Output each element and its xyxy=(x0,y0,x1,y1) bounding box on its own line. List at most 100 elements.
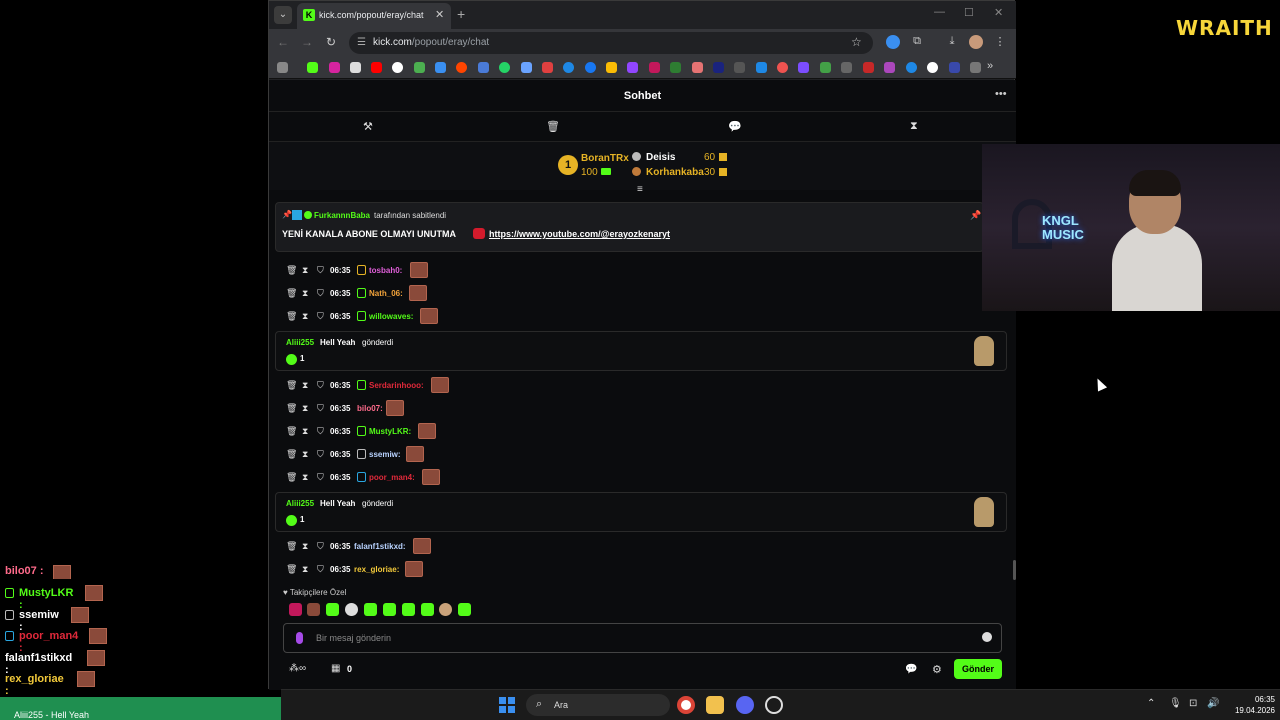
bookmark-site-icon[interactable] xyxy=(777,62,788,73)
shield-icon[interactable]: ⛉ xyxy=(317,288,324,299)
chat-message-row[interactable]: 🗑 ⧗ ⛉ 06:35 ssemiw: xyxy=(281,446,981,466)
chat-scrollbar[interactable] xyxy=(1013,560,1016,580)
gift-sender[interactable]: Aliii255 xyxy=(286,499,314,508)
bookmark-gmail-icon[interactable] xyxy=(414,62,425,73)
chat-message-row[interactable]: 🗑 ⧗ ⛉ 06:35 falanf1stikxd: xyxy=(281,538,981,558)
bookmark-site-icon[interactable] xyxy=(563,62,574,73)
extension-icon[interactable] xyxy=(886,35,900,49)
username[interactable]: willowaves: xyxy=(369,312,413,321)
bookmark-site-icon[interactable] xyxy=(949,62,960,73)
mic-icon[interactable] xyxy=(296,632,303,644)
discord-icon[interactable] xyxy=(736,696,754,714)
close-tab-icon[interactable]: ✕ xyxy=(435,8,444,21)
settings-gear-icon[interactable]: ⚙ xyxy=(932,663,942,676)
delete-icon[interactable]: 🗑 xyxy=(286,311,297,322)
start-button[interactable] xyxy=(499,697,515,713)
username[interactable]: rex_gloriae: xyxy=(354,565,399,574)
bookmark-site-icon[interactable] xyxy=(649,62,660,73)
gift-sender[interactable]: Aliii255 xyxy=(286,338,314,347)
shield-icon[interactable]: ⛉ xyxy=(317,380,324,391)
maximize-icon[interactable]: ☐ xyxy=(964,6,974,19)
emote[interactable] xyxy=(402,603,415,616)
leaderboard-top-user[interactable]: BoranTRx xyxy=(581,153,629,164)
pinned-by-user[interactable]: FurkannnBaba xyxy=(314,211,370,220)
bookmark-site-icon[interactable] xyxy=(521,62,532,73)
timeout-icon[interactable]: ⧗ xyxy=(302,380,308,391)
username[interactable]: MustyLKR: xyxy=(369,427,411,436)
shield-icon[interactable]: ⛉ xyxy=(317,541,324,552)
browser-menu-icon[interactable]: ⋮ xyxy=(993,35,1007,49)
mic-tray-icon[interactable]: 🎙 xyxy=(1169,698,1182,709)
bookmark-twitch-icon[interactable] xyxy=(627,62,638,73)
emote[interactable] xyxy=(307,603,320,616)
bookmark-site-icon[interactable] xyxy=(863,62,874,73)
chat-message-row[interactable]: 🗑 ⧗ ⛉ 06:35 Nath_06: xyxy=(281,285,981,305)
extensions-puzzle-icon[interactable]: ⧉ xyxy=(910,35,924,49)
apps-grid-icon[interactable] xyxy=(277,62,288,73)
delete-icon[interactable]: 🗑 xyxy=(286,265,297,276)
delete-icon[interactable]: 🗑 xyxy=(286,403,297,414)
bookmark-site-icon[interactable] xyxy=(841,62,852,73)
shield-icon[interactable]: ⛉ xyxy=(317,472,324,483)
username[interactable]: ssemiw: xyxy=(369,450,401,459)
timeout-icon[interactable]: ⧗ xyxy=(302,541,308,552)
shield-icon[interactable]: ⛉ xyxy=(317,311,324,322)
bookmark-site-icon[interactable] xyxy=(884,62,895,73)
bookmark-facebook-icon[interactable] xyxy=(585,62,596,73)
bookmark-site-icon[interactable] xyxy=(927,62,938,73)
emote[interactable] xyxy=(439,603,452,616)
bookmark-whatsapp-icon[interactable] xyxy=(499,62,510,73)
send-button[interactable]: Gönder xyxy=(954,659,1002,679)
bookmark-site-icon[interactable] xyxy=(713,62,724,73)
chat-more-icon[interactable]: ••• xyxy=(995,88,1007,100)
delete-icon[interactable]: 🗑 xyxy=(286,472,297,483)
timeout-icon[interactable]: ⧗ xyxy=(302,288,308,299)
emoji-icon[interactable] xyxy=(982,632,992,642)
minimize-icon[interactable]: — xyxy=(934,6,945,18)
pinned-link[interactable]: https://www.youtube.com/@erayozkenaryt xyxy=(489,229,670,239)
shield-icon[interactable]: ⛉ xyxy=(317,449,324,460)
chat-message-row[interactable]: 🗑 ⧗ ⛉ 06:35 rex_gloriae: xyxy=(281,561,981,581)
emote[interactable] xyxy=(421,603,434,616)
delete-icon[interactable]: 🗑 xyxy=(286,288,297,299)
chat-message-row[interactable]: 🗑 ⧗ ⛉ 06:35 bilo07: xyxy=(281,400,981,420)
reload-icon[interactable]: ↻ xyxy=(323,35,339,49)
delete-icon[interactable]: 🗑 xyxy=(286,564,297,575)
chrome-icon[interactable] xyxy=(677,696,695,714)
unpin-icon[interactable]: 📌 xyxy=(970,210,981,221)
expand-leaderboard-icon[interactable]: ≡ xyxy=(637,184,643,195)
shield-icon[interactable]: ⛉ xyxy=(317,426,324,437)
profile-avatar[interactable] xyxy=(969,35,983,49)
emote[interactable] xyxy=(458,603,471,616)
bookmark-site-icon[interactable] xyxy=(756,62,767,73)
delete-icon[interactable]: 🗑 xyxy=(286,380,297,391)
network-icon[interactable]: ⊡ xyxy=(1189,698,1197,709)
close-window-icon[interactable]: ✕ xyxy=(994,6,1003,19)
timeout-icon[interactable]: ⧗ xyxy=(302,426,308,437)
bookmark-translate-icon[interactable] xyxy=(478,62,489,73)
shield-icon[interactable]: ⛉ xyxy=(317,564,324,575)
emote[interactable] xyxy=(345,603,358,616)
taskbar-search[interactable]: ⌕ Ara xyxy=(526,694,670,716)
pinned-message[interactable]: 📌 FurkannnBaba tarafından sabitlendi YEN… xyxy=(275,202,984,252)
delete-icon[interactable]: 🗑 xyxy=(286,449,297,460)
bookmark-drive-icon[interactable] xyxy=(606,62,617,73)
shield-icon[interactable]: ⛉ xyxy=(317,403,324,414)
timeout-icon[interactable]: ⧗ xyxy=(302,311,308,322)
ban-hammer-icon[interactable]: ⚒ xyxy=(363,120,373,133)
timeout-icon[interactable]: ⧗ xyxy=(302,472,308,483)
username[interactable]: Nath_06: xyxy=(369,289,403,298)
bookmark-site-icon[interactable] xyxy=(906,62,917,73)
bookmark-site-icon[interactable] xyxy=(798,62,809,73)
forward-icon[interactable]: → xyxy=(299,35,315,49)
chat-bubble-icon[interactable]: 💬 xyxy=(728,120,742,133)
delete-icon[interactable]: 🗑 xyxy=(286,426,297,437)
url-input[interactable]: ☰ kick.com/popout/eray/chat ☆ xyxy=(349,32,873,54)
chat-message-row[interactable]: 🗑 ⧗ ⛉ 06:35 poor_man4: xyxy=(281,469,981,489)
bookmark-site-icon[interactable] xyxy=(435,62,446,73)
timeout-icon[interactable]: ⧗ xyxy=(302,449,308,460)
chat-bubble-icon[interactable]: 💬 xyxy=(905,664,917,675)
bookmark-x-icon[interactable] xyxy=(350,62,361,73)
file-explorer-icon[interactable] xyxy=(706,696,724,714)
clock-date[interactable]: 19.04.2026 xyxy=(1219,706,1275,715)
